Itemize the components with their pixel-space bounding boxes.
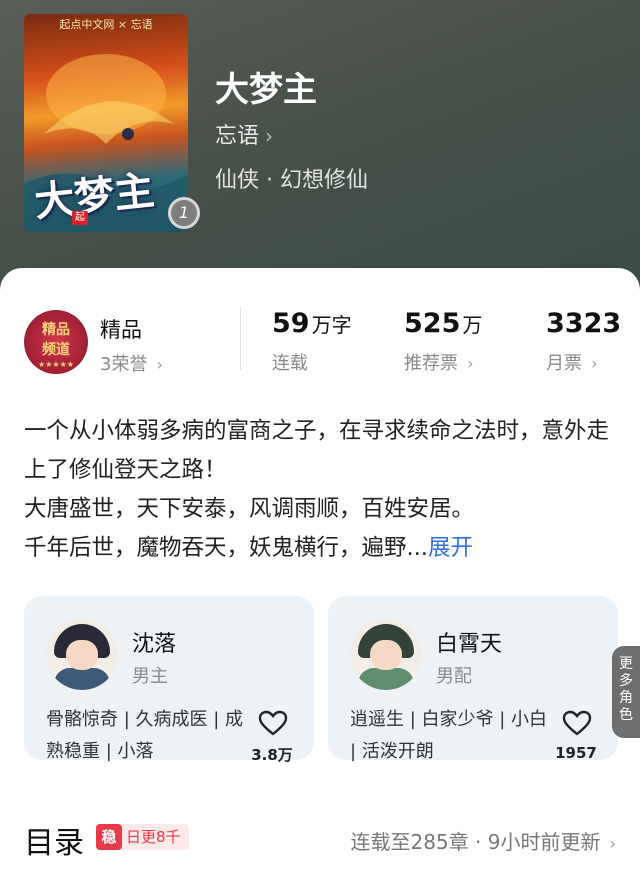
character-role: 男主 <box>132 666 168 687</box>
character-card[interactable]: 白霄天 男配 逍遥生 | 白家少爷 | 小白 | 活泼开朗 1957 <box>328 596 618 762</box>
character-name: 白霄天 <box>436 632 503 657</box>
book-genre: 仙侠 · 幻想修仙 <box>215 168 368 193</box>
character-name: 沈落 <box>132 632 177 657</box>
character-tags: 骨骼惊奇 | 久病成医 | 成熟稳重 | 小落 <box>46 709 244 762</box>
toc-title: 目录 <box>24 826 84 861</box>
chevron-right-icon: › <box>586 354 598 373</box>
book-detail-card: 精品 频道 ★★★★★ 精品 3荣誉 › 59 万字 连载 525 万 推荐票 › … <box>0 268 640 888</box>
emblem-text: 精品 频道 <box>42 322 70 358</box>
update-badge-text: 日更8千 <box>126 828 181 846</box>
volume-badge: 1 <box>168 197 200 229</box>
monthly-ticket-stat[interactable]: 3323 月票 › <box>546 308 621 375</box>
word-count-unit: 万字 <box>311 313 352 337</box>
word-count-stat: 59 万字 连载 <box>272 308 352 375</box>
serial-status-label: 连载 <box>272 353 308 374</box>
emblem-stars: ★★★★★ <box>38 360 74 369</box>
toc-status: 连载至285章 · 9小时前更新 › <box>351 826 616 855</box>
divider <box>240 306 241 370</box>
heart-icon[interactable] <box>562 710 592 736</box>
chevron-right-icon: › <box>604 834 616 853</box>
honor-count: 3荣誉 <box>100 354 148 375</box>
more-roles-label: 更多角色 <box>619 656 633 723</box>
update-badge: 稳日更8千 <box>96 824 189 850</box>
book-header: 起点中文网 × 忘语 大梦主 起 1 大梦主 忘语 › 仙侠 · 幻想修仙 <box>0 0 640 300</box>
description-line: 大唐盛世，天下安泰，风调雨顺，百姓安居。 <box>24 496 475 522</box>
recommend-number: 525 <box>404 308 461 339</box>
recommend-label: 推荐票 <box>404 353 458 374</box>
character-card[interactable]: 沈落 男主 骨骼惊奇 | 久病成医 | 成熟稳重 | 小落 3.8万 <box>24 596 314 764</box>
honor-link[interactable]: 3荣誉 › <box>100 350 163 376</box>
stable-update-icon: 稳 <box>96 824 122 850</box>
character-role: 男配 <box>436 666 472 687</box>
character-tags: 逍遥生 | 白家少爷 | 小白 | 活泼开朗 <box>350 709 548 762</box>
author-link[interactable]: 忘语 › <box>215 118 273 150</box>
level-label: 精品 <box>100 318 142 342</box>
toc-status-text: 连载至285章 · 9小时前更新 <box>350 830 601 854</box>
monthly-ticket-number: 3323 <box>546 308 622 339</box>
expand-link[interactable]: 展开 <box>428 535 473 561</box>
recommend-unit: 万 <box>462 313 483 337</box>
monthly-ticket-label: 月票 <box>546 353 582 374</box>
character-likes: 3.8万 <box>251 746 293 764</box>
heart-icon[interactable] <box>258 710 288 736</box>
table-of-contents-row[interactable]: 目录 稳日更8千 连载至285章 · 9小时前更新 › <box>0 816 640 866</box>
chevron-right-icon: › <box>265 124 274 148</box>
stats-row: 精品 频道 ★★★★★ 精品 3荣誉 › 59 万字 连载 525 万 推荐票 › … <box>0 298 640 388</box>
character-likes: 1957 <box>555 744 597 762</box>
book-title: 大梦主 <box>215 70 317 110</box>
chevron-right-icon: › <box>151 355 163 374</box>
cover-publisher-badge: 起 <box>72 211 88 225</box>
word-count-number: 59 <box>272 308 310 339</box>
character-cards: 沈落 男主 骨骼惊奇 | 久病成医 | 成熟稳重 | 小落 3.8万 白霄天 男… <box>24 596 640 764</box>
description-line: 千年后世，魔物吞天，妖鬼横行，遍野... <box>24 535 428 561</box>
book-description[interactable]: 一个从小体弱多病的富商之子，在寻求续命之法时，意外走上了修仙登天之路！ 大唐盛世… <box>24 412 624 568</box>
character-avatar <box>46 618 118 690</box>
character-avatar <box>350 618 422 690</box>
recommend-stat[interactable]: 525 万 推荐票 › <box>404 308 482 375</box>
author-name: 忘语 <box>215 124 260 149</box>
description-line: 一个从小体弱多病的富商之子，在寻求续命之法时，意外走上了修仙登天之路！ <box>24 418 610 483</box>
more-roles-tab[interactable]: 更多角色 <box>612 646 640 738</box>
premium-channel-emblem: 精品 频道 ★★★★★ <box>24 310 88 374</box>
chevron-right-icon: › <box>462 354 474 373</box>
book-cover[interactable]: 起点中文网 × 忘语 大梦主 起 <box>24 14 188 232</box>
